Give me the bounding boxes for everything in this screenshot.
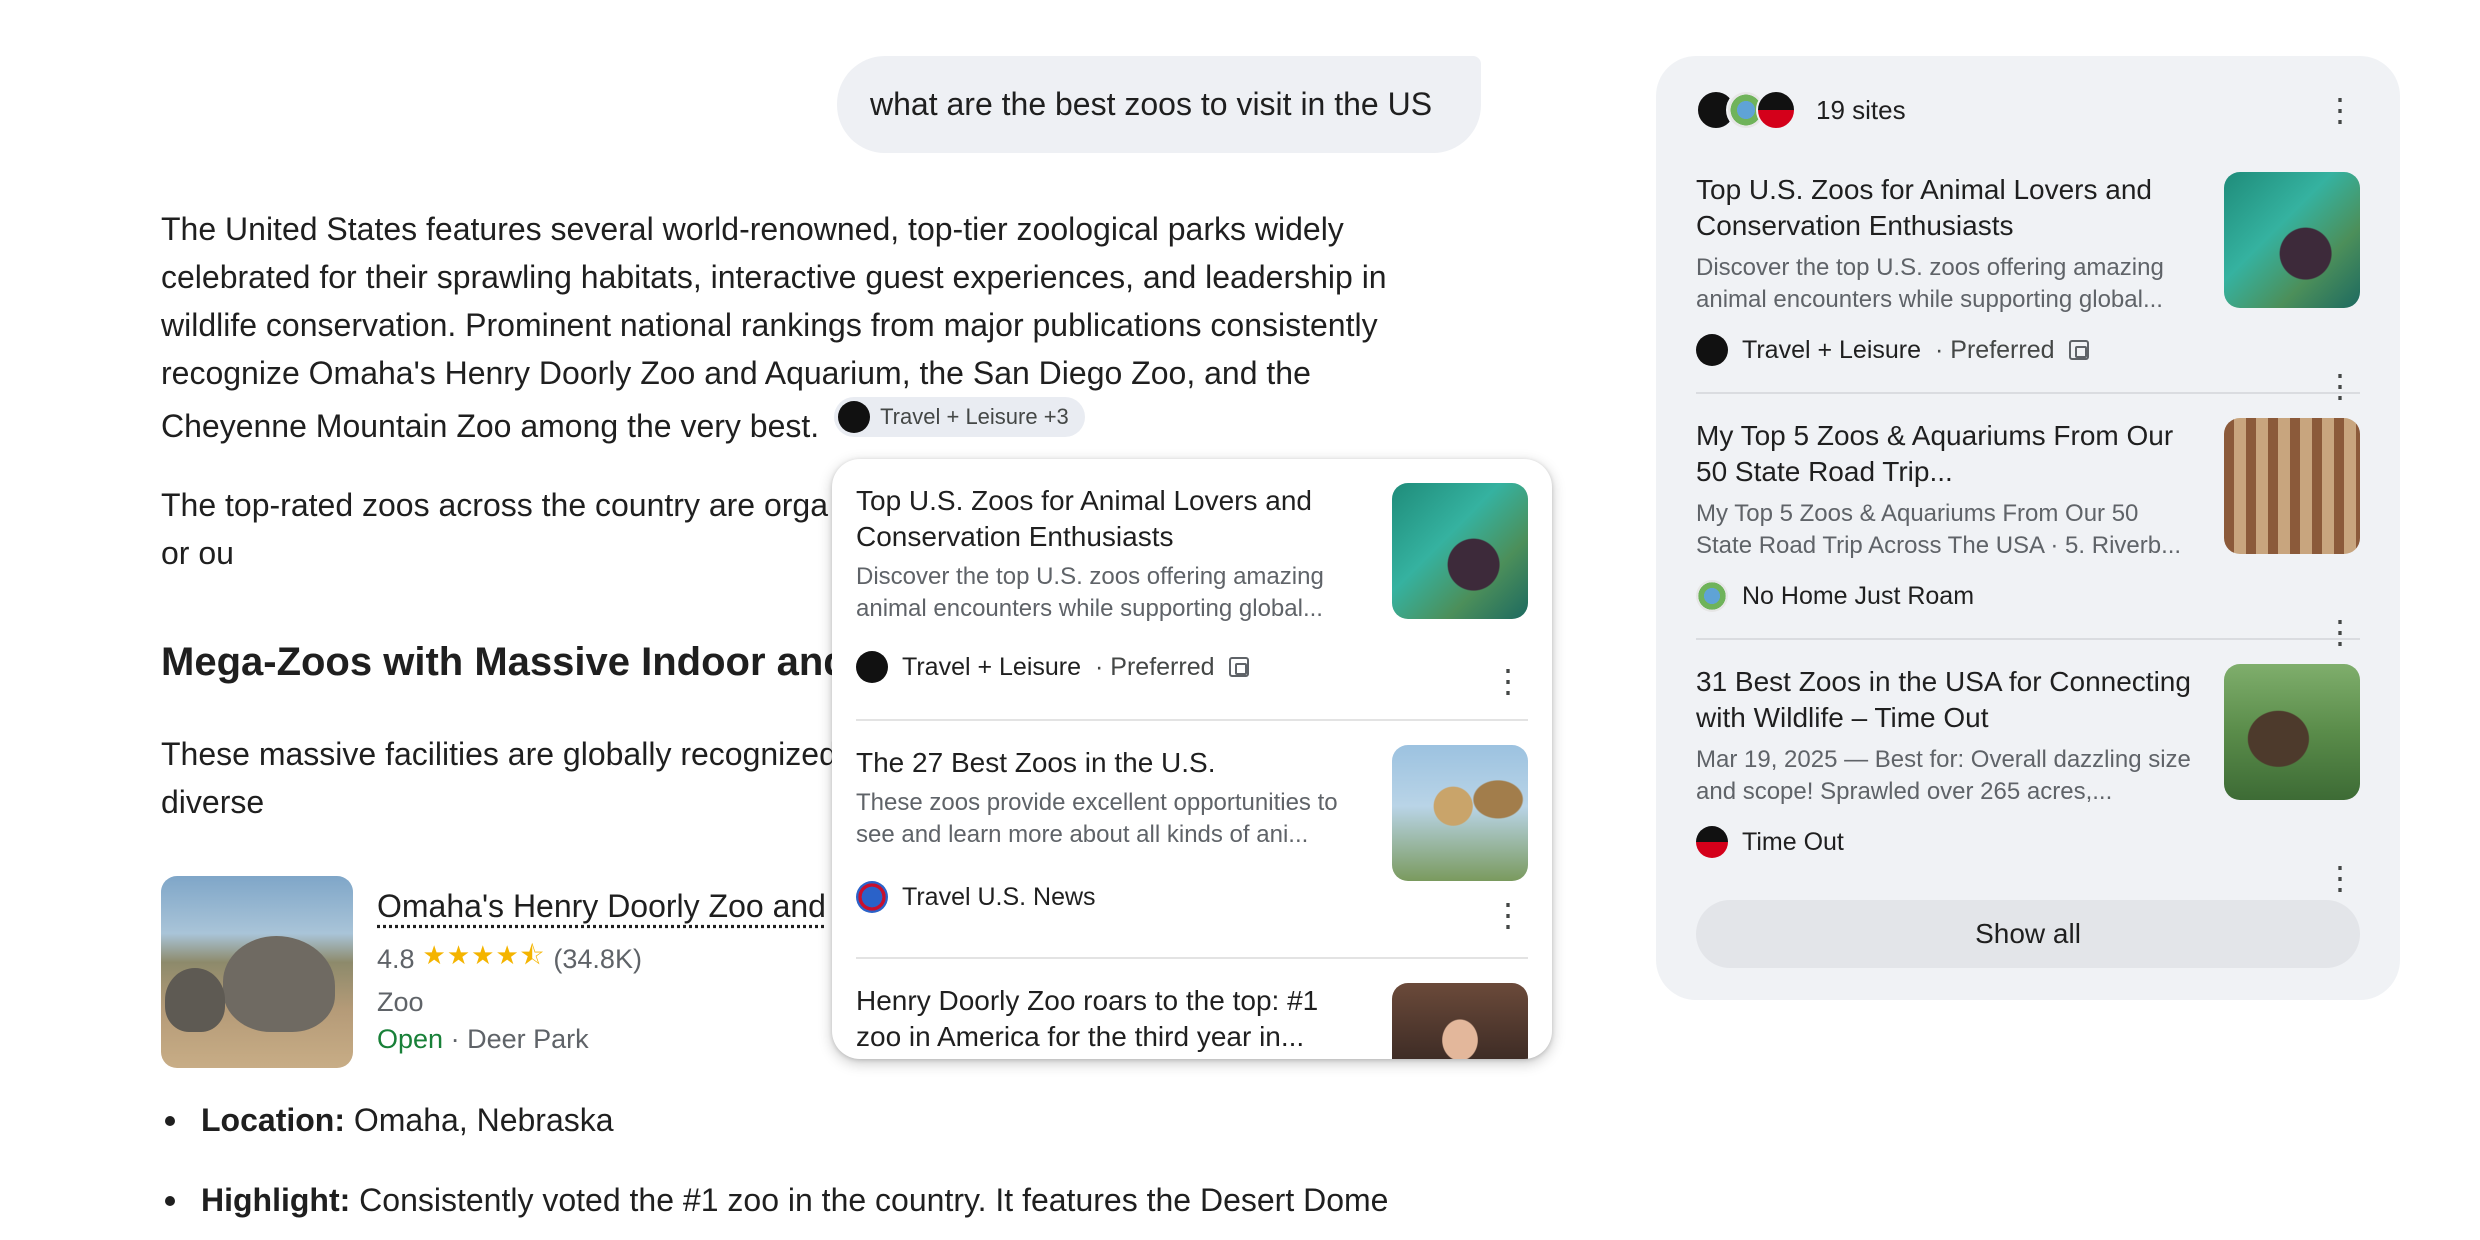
place-card[interactable]: Omaha's Henry Doorly Zoo and 4.8 ★★★★⯪ (… <box>161 876 826 1068</box>
bullet-text: Omaha, Nebraska <box>344 1102 614 1138</box>
aquarium-thumbnail[interactable] <box>2224 172 2360 308</box>
place-info: Omaha's Henry Doorly Zoo and 4.8 ★★★★⯪ (… <box>377 876 826 1068</box>
source-item[interactable]: Top U.S. Zoos for Animal Lovers and Cons… <box>1696 172 2360 404</box>
us-news-logo-icon <box>856 881 888 913</box>
preferred-label: · Preferred <box>1935 335 2055 364</box>
source-item-title[interactable]: 31 Best Zoos in the USA for Connecting w… <box>1696 664 2196 736</box>
answer-intro-text: The United States features several world… <box>161 211 1387 444</box>
source-item-source: No Home Just Roam <box>1696 580 2360 612</box>
place-title-link[interactable]: Omaha's Henry Doorly Zoo and <box>377 888 826 925</box>
user-query-text: what are the best zoos to visit in the U… <box>870 86 1433 122</box>
elephant-shape <box>223 936 335 1032</box>
divider <box>856 719 1528 721</box>
more-vert-icon[interactable]: ⋮ <box>2320 366 2360 406</box>
place-area: · Deer Park <box>450 1024 589 1054</box>
star-rating-icon: ★★★★⯪ <box>422 940 546 970</box>
popover-source-item[interactable]: The 27 Best Zoos in the U.S. These zoos … <box>856 745 1528 955</box>
source-name: Travel U.S. News <box>902 882 1096 911</box>
sources-panel: 19 sites ⋮ Top U.S. Zoos for Animal Love… <box>1656 56 2400 1000</box>
no-home-just-roam-logo-icon <box>1696 580 1728 612</box>
more-vert-icon[interactable]: ⋮ <box>2320 612 2360 652</box>
source-item-source: Travel + Leisure · Preferred <box>1696 334 2360 366</box>
source-chip-label: Travel + Leisure +3 <box>880 404 1069 429</box>
open-status: Open <box>377 1024 444 1054</box>
bullet-label: Location: <box>201 1102 345 1138</box>
source-name: No Home Just Roam <box>1742 581 1975 610</box>
answer-body: The United States features several world… <box>161 205 1451 450</box>
source-item-source: Time Out <box>1696 826 2360 858</box>
show-all-button[interactable]: Show all <box>1696 900 2360 968</box>
place-type: Zoo <box>377 987 424 1017</box>
popover-source-item[interactable]: Henry Doorly Zoo roars to the top: #1 zo… <box>856 983 1528 1059</box>
divider <box>1696 638 2360 640</box>
travel-leisure-logo-icon <box>1696 334 1728 366</box>
bullet-label: Highlight: <box>201 1182 351 1218</box>
time-out-logo-icon <box>1756 90 1796 130</box>
divider <box>1696 392 2360 394</box>
source-item-snippet: My Top 5 Zoos & Aquariums From Our 50 St… <box>1696 500 2182 559</box>
source-item-title[interactable]: My Top 5 Zoos & Aquariums From Our 50 St… <box>1696 418 2196 490</box>
copy-icon[interactable] <box>1228 657 1249 677</box>
moose-thumbnail[interactable] <box>2224 664 2360 800</box>
popover-item-title[interactable]: Henry Doorly Zoo roars to the top: #1 zo… <box>856 983 1346 1055</box>
popover-item-title[interactable]: The 27 Best Zoos in the U.S. <box>856 745 1346 781</box>
user-query-bubble: what are the best zoos to visit in the U… <box>837 56 1481 153</box>
travel-leisure-logo-icon <box>856 651 888 683</box>
more-vert-icon[interactable]: ⋮ <box>2320 90 2360 130</box>
list-item: Location: Omaha, Nebraska <box>161 1096 1461 1144</box>
source-item-snippet: Discover the top U.S. zoos offering amaz… <box>1696 254 2164 313</box>
zoo-details-list: Location: Omaha, Nebraska Highlight: Con… <box>161 1096 1461 1240</box>
copy-icon[interactable] <box>2068 340 2089 360</box>
source-item[interactable]: My Top 5 Zoos & Aquariums From Our 50 St… <box>1696 418 2360 650</box>
source-item-title[interactable]: Top U.S. Zoos for Animal Lovers and Cons… <box>1696 172 2196 244</box>
popover-item-snippet: Discover the top U.S. zoos offering amaz… <box>856 563 1324 622</box>
travel-leisure-logo-icon <box>838 401 871 433</box>
rating-value: 4.8 <box>377 943 415 974</box>
preferred-label: · Preferred <box>1095 652 1215 681</box>
bullet-text: Consistently voted the #1 zoo in the cou… <box>350 1182 1389 1218</box>
place-rating: 4.8 ★★★★⯪ (34.8K) <box>377 937 826 981</box>
divider <box>856 957 1528 959</box>
more-vert-icon[interactable]: ⋮ <box>1488 895 1528 935</box>
popover-item-snippet: These zoos provide excellent opportuniti… <box>856 789 1338 848</box>
elephant-photo-thumbnail[interactable] <box>161 876 353 1068</box>
elephant-calf-shape <box>165 968 225 1032</box>
source-popover: Top U.S. Zoos for Animal Lovers and Cons… <box>832 459 1552 1059</box>
person-thumbnail[interactable] <box>1392 983 1528 1059</box>
aquarium-thumbnail[interactable] <box>1392 483 1528 619</box>
source-name: Travel + Leisure <box>1742 335 1922 364</box>
giraffe-thumbnail[interactable] <box>1392 745 1528 881</box>
more-vert-icon[interactable]: ⋮ <box>2320 858 2360 898</box>
answer-intro: The United States features several world… <box>161 205 1451 450</box>
source-name: Travel + Leisure <box>902 652 1082 681</box>
sources-header[interactable]: 19 sites <box>1696 90 1906 130</box>
list-item: Highlight: Consistently voted the #1 zoo… <box>161 1176 1461 1224</box>
popover-item-source: Travel U.S. News <box>856 881 1528 913</box>
section-heading: Mega-Zoos with Massive Indoor and <box>161 640 848 684</box>
more-vert-icon[interactable]: ⋮ <box>1488 661 1528 701</box>
sources-count: 19 sites <box>1816 94 1906 125</box>
popover-item-source: Travel + Leisure · Preferred <box>856 651 1528 683</box>
source-item-snippet: Mar 19, 2025 — Best for: Overall dazzlin… <box>1696 746 2191 805</box>
source-name: Time Out <box>1742 827 1844 856</box>
source-chip[interactable]: Travel + Leisure +3 <box>834 397 1085 437</box>
place-status: Open · Deer Park <box>377 1024 826 1055</box>
source-item[interactable]: 31 Best Zoos in the USA for Connecting w… <box>1696 664 2360 896</box>
popover-item-title[interactable]: Top U.S. Zoos for Animal Lovers and Cons… <box>856 483 1346 555</box>
giraffe-railing-thumbnail[interactable] <box>2224 418 2360 554</box>
popover-source-item[interactable]: Top U.S. Zoos for Animal Lovers and Cons… <box>856 483 1528 723</box>
time-out-logo-icon <box>1696 826 1728 858</box>
review-count: (34.8K) <box>553 943 642 974</box>
